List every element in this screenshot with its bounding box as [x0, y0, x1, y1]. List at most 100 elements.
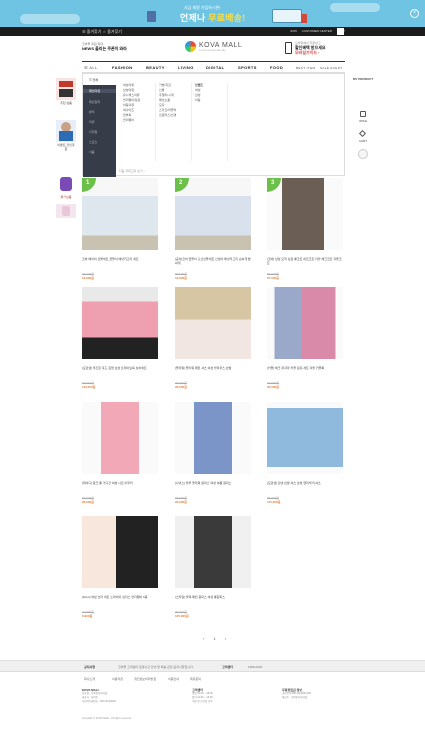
product-name[interactable]: 코바 베이비 선물세트 곰돌이 배냇저고리 세트: [82, 257, 158, 261]
product-name[interactable]: [스타일] 블랙 패턴 원피스 여성 롱원피스: [175, 595, 251, 599]
dropdown-title: ☰ 전체: [89, 78, 99, 82]
product-image[interactable]: [267, 287, 343, 359]
product-name[interactable]: [공식]코바 곰돌이 출산선물세트 신생아 배냇저고리 손싸개 발싸개: [175, 257, 251, 265]
category-item[interactable]: 디지털: [89, 130, 97, 134]
nav-all[interactable]: ☰ ALL: [84, 65, 98, 70]
nav-sports[interactable]: SPORTS: [238, 65, 257, 70]
product-name[interactable]: [모던맨] 루즈핏 후드 집업 남성 트레이닝복 상하세트: [82, 366, 158, 370]
product-image[interactable]: [82, 287, 158, 359]
close-icon[interactable]: ×: [410, 9, 419, 18]
footer-text: 주말 및 공휴일 휴무: [192, 700, 213, 703]
logo-text: KOVA MALL: [199, 42, 243, 49]
left-banner-image[interactable]: [56, 78, 76, 100]
product-name[interactable]: [플라워] 플라워 패턴 셔츠 여성 블라우스 반팔: [175, 366, 251, 370]
category-item[interactable]: 스포츠: [89, 140, 97, 144]
mobile-guide-banner[interactable]: 모바일에서 주문하고 할인혜택 받으세요 모바일가이드 ›: [285, 40, 345, 56]
nav-beauty[interactable]: BEAUTY: [146, 65, 165, 70]
cs-number: 1588-0000: [248, 665, 263, 669]
truck-icon: [272, 9, 307, 23]
product-name[interactable]: [Fiton] 여성 브라 세트 노와이어 심리스 언더웨어 6종: [82, 595, 158, 599]
sale-price: 57,000원: [267, 276, 279, 280]
product-name[interactable]: [레이디] 핑크 롱 가디건 여성 니트 아우터: [82, 481, 158, 485]
footer-info: KOVA MALL 상호명 : 코바인터내셔널 대표자 : 홍길동 사업자등록번…: [82, 688, 345, 718]
category-dropdown: ☰ 전체 패션의류 패션잡화 뷰티 리빙 디지털 스포츠 식품 여성의류 남성의…: [82, 73, 345, 177]
top-banner[interactable]: 지금 회원 가입하시면! 언제나 무료배송! ×: [0, 0, 425, 27]
cart-label[interactable]: CART: [351, 139, 375, 143]
footer-text: 사업자등록번호 : 000-00-00000: [82, 700, 116, 703]
subcategory-link[interactable]: 아동: [195, 98, 203, 103]
product-name[interactable]: [모던맨] 린넨 반팔 셔츠 남성 헨리넥 티셔츠: [267, 481, 343, 485]
left-banner-image[interactable]: [56, 204, 76, 218]
product-name[interactable]: [커플] 체크 파자마 커플 잠옷 세트 겨울 커플룩: [267, 366, 343, 370]
subcategory-link[interactable]: 언더웨어: [123, 118, 140, 123]
nav-digital[interactable]: DIGITAL: [206, 65, 225, 70]
left-banner-image[interactable]: [56, 174, 76, 194]
subcategory-link[interactable]: 선글라스/안경: [159, 113, 176, 118]
top-bar: ☰ 즐겨찾기 ☆ 즐겨찾기 JOIN CUSTOMER CENTER CART: [0, 27, 425, 36]
bookmark-link[interactable]: ☰ 즐겨찾기 ☆ 즐겨찾기: [82, 29, 122, 35]
mobile-guide-link: 모바일가이드 ›: [295, 50, 320, 55]
product-image[interactable]: [175, 287, 251, 359]
search-icon[interactable]: [337, 28, 344, 35]
product-image[interactable]: [267, 402, 343, 474]
sale-price: 6,900원: [82, 614, 93, 618]
category-item[interactable]: 패션잡화: [89, 100, 100, 104]
footer-link[interactable]: 개인정보처리방침: [134, 677, 156, 681]
join-link[interactable]: JOIN: [290, 29, 297, 33]
footer-cs: 고객센터 평일 10:00 ~ 18:00 점심 12:00 ~ 13:00 주…: [192, 688, 272, 704]
category-item[interactable]: 패션의류: [83, 89, 116, 93]
logo-mark-icon: [185, 41, 196, 52]
product-name[interactable]: [나이스] 블루 플라워 원피스 여성 여름 원피스: [175, 481, 251, 485]
site-logo[interactable]: KOVA MALL KOVA INTERNATIONAL MALL: [185, 41, 243, 57]
sale-price: 35,000원: [267, 385, 279, 389]
footer-company: KOVA MALL 상호명 : 코바인터내셔널 대표자 : 홍길동 사업자등록번…: [82, 688, 162, 704]
nav-sale-event[interactable]: SALE EVENT: [320, 66, 343, 70]
cart-icon[interactable]: [358, 129, 367, 138]
rank-badge: 3: [267, 178, 281, 192]
category-item[interactable]: 리빙: [89, 120, 95, 124]
site-header: 코바몰 회원 최대 NEWS 올리는 쿠폰이 와라 KOVA MALL KOVA…: [82, 36, 345, 59]
product-image[interactable]: [175, 402, 251, 474]
product-image[interactable]: 1: [82, 178, 158, 250]
category-item[interactable]: 뷰티: [89, 110, 95, 114]
sale-price: 26,900원: [82, 500, 94, 504]
rank-badge: 2: [175, 178, 189, 192]
product-image[interactable]: 2: [175, 178, 251, 250]
main-nav: ☰ ALL FASHION BEAUTY LIVING DIGITAL SPOR…: [82, 61, 345, 73]
product-image[interactable]: [175, 516, 251, 588]
promo-banner[interactable]: NEWS 올리는 쿠폰이 와라: [82, 46, 127, 52]
left-banner-image[interactable]: [56, 120, 76, 142]
phone-icon: [285, 42, 292, 54]
copyright: Copyright © KOVA MALL. All rights reserv…: [82, 717, 132, 720]
footer-link[interactable]: 이용안내: [168, 677, 179, 681]
notice-text[interactable]: 코바몰 고객센터 운영시간 안내 및 배송 관련 공지사항입니다.: [118, 665, 194, 669]
product-image[interactable]: [82, 516, 158, 588]
banner-headline: 언제나 무료배송!: [180, 13, 246, 23]
footer-link[interactable]: 회사소개: [84, 677, 95, 681]
sale-price: 125,000원: [175, 614, 189, 618]
dropdown-more-link[interactable]: 다음 카테고리 보기 ›: [119, 169, 145, 173]
product-name[interactable]: [코바] 남성 모직 싱글 롱코트 하프코트 더블 체크코트 겨울코트: [267, 257, 343, 265]
my-product-title: MY PRODUCT: [352, 77, 374, 81]
nav-fashion[interactable]: FASHION: [112, 65, 133, 70]
footer-link[interactable]: 제휴문의: [190, 677, 201, 681]
heart-icon[interactable]: [360, 111, 366, 117]
wish-label[interactable]: WISH: [351, 119, 375, 123]
nav-best-item[interactable]: BEST ITEM: [296, 66, 315, 70]
footer-link[interactable]: 이용약관: [112, 677, 123, 681]
nav-food[interactable]: FOOD: [270, 65, 283, 70]
gift-icon: [147, 11, 156, 22]
category-item[interactable]: 식품: [89, 150, 95, 154]
sale-price: 29,000원: [175, 385, 187, 389]
pagination[interactable]: ‹ 1 ›: [203, 636, 230, 641]
left-banner-caption: 특가상품: [60, 195, 72, 199]
footer-notice-bar: 공지사항 코바몰 고객센터 운영시간 안내 및 배송 관련 공지사항입니다. 고…: [0, 660, 425, 672]
sale-price: 29,900원: [175, 500, 187, 504]
product-image[interactable]: 3: [267, 178, 343, 250]
nav-living[interactable]: LIVING: [178, 65, 194, 70]
customer-center-link[interactable]: CUSTOMER CENTER: [302, 29, 332, 33]
product-image[interactable]: [82, 402, 158, 474]
category-sidebar: 패션의류 패션잡화 뷰티 리빙 디지털 스포츠 식품: [83, 85, 116, 177]
footer-links: 회사소개 이용약관 개인정보처리방침 이용안내 제휴문의: [0, 674, 425, 684]
recent-products-icon[interactable]: [358, 149, 368, 159]
